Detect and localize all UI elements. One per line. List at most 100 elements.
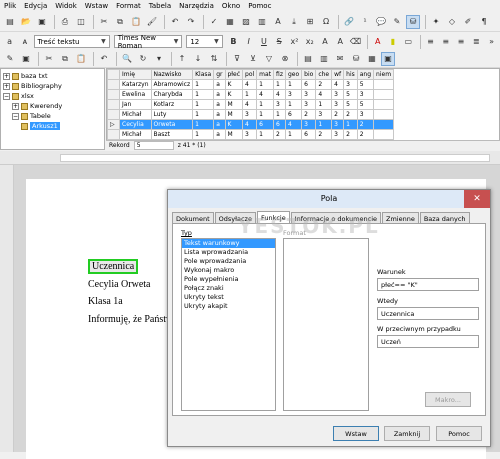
table-row[interactable]: Ewelina Charybda 1 a K 1 4 4 3 3 4 3 5 3 xyxy=(107,89,395,100)
sort-desc-icon[interactable]: ↓ xyxy=(191,52,205,66)
table-cell[interactable]: 3 xyxy=(331,99,345,110)
expander-icon[interactable]: + xyxy=(12,102,19,110)
table-cell[interactable]: M xyxy=(224,99,244,110)
table-cell[interactable]: 5 xyxy=(356,79,375,90)
row-header[interactable] xyxy=(107,89,120,100)
column-header[interactable]: gr xyxy=(213,69,226,80)
table-cell[interactable]: M xyxy=(224,109,244,120)
column-header[interactable]: Klasa xyxy=(192,69,215,80)
table-cell[interactable]: 2 xyxy=(343,129,358,140)
type-list-item[interactable]: Pole wprowadzania xyxy=(182,257,275,266)
print-icon[interactable]: ⎙ xyxy=(58,15,72,29)
column-header[interactable]: Nazwisko xyxy=(150,69,194,80)
open-icon[interactable]: 📂 xyxy=(19,15,33,29)
type-list-item[interactable]: Wykonaj makro xyxy=(182,266,275,275)
table-cell[interactable]: 2 xyxy=(356,119,375,130)
draw-icon[interactable]: ✐ xyxy=(461,15,475,29)
column-header[interactable]: ang xyxy=(356,69,375,80)
table-cell[interactable]: 2 xyxy=(315,79,333,90)
track-changes-icon[interactable]: ✎ xyxy=(390,15,404,29)
table-cell[interactable] xyxy=(373,119,395,130)
table-cell[interactable]: 1 xyxy=(273,79,286,90)
table-row[interactable]: ▷ Cecylia Orweta 1 a K 4 6 6 4 3 1 3 1 2 xyxy=(107,119,395,130)
expander-icon[interactable]: + xyxy=(3,82,10,90)
format-list[interactable] xyxy=(283,238,369,411)
expand-icon[interactable]: » xyxy=(485,35,498,49)
refresh-arrow-icon[interactable]: ▾ xyxy=(152,52,166,66)
data-to-text-icon[interactable]: ▤ xyxy=(301,52,315,66)
field-icon[interactable]: ⊞ xyxy=(303,15,317,29)
paste-icon[interactable]: 📋 xyxy=(129,15,143,29)
table-cell[interactable]: 4 xyxy=(273,89,286,100)
paste-record-icon[interactable]: 📋 xyxy=(74,52,88,66)
table-cell[interactable] xyxy=(373,109,395,120)
type-list-item[interactable]: Ukryty tekst xyxy=(182,293,275,302)
outline-icon[interactable]: A xyxy=(334,35,347,49)
type-list-item[interactable]: Pole wypełnienia xyxy=(182,275,275,284)
table-cell[interactable]: 4 xyxy=(315,89,333,100)
source-icon[interactable]: ⛁ xyxy=(349,52,363,66)
justify-icon[interactable]: ≣ xyxy=(470,35,483,49)
table-cell[interactable]: 3 xyxy=(331,119,345,130)
row-header[interactable] xyxy=(107,79,120,90)
record-number[interactable]: 5 xyxy=(133,141,174,150)
column-header[interactable]: geo xyxy=(284,69,303,80)
table-cell[interactable]: 1 xyxy=(315,99,333,110)
expander-icon[interactable]: + xyxy=(3,72,10,80)
tree-node[interactable]: − Tabele xyxy=(3,111,102,121)
else-input[interactable]: Uczeń xyxy=(377,335,479,348)
table-icon[interactable]: ▦ xyxy=(223,15,237,29)
preview-icon[interactable]: ◫ xyxy=(74,15,88,29)
paragraph-style-combo[interactable]: Treść tekstu ▼ xyxy=(33,35,110,48)
table-cell[interactable]: 6 xyxy=(301,129,317,140)
table-cell[interactable]: K xyxy=(224,89,244,100)
table-cell[interactable]: 2 xyxy=(356,129,375,140)
table-row[interactable]: Michał Luty 1 a M 3 1 1 6 2 3 2 2 3 xyxy=(107,109,395,120)
table-cell[interactable]: a xyxy=(213,79,226,90)
star-icon[interactable]: ✦ xyxy=(429,15,443,29)
table-cell[interactable]: Kotlarz xyxy=(150,99,194,110)
table-cell[interactable]: 3 xyxy=(242,129,258,140)
table-cell[interactable]: 3 xyxy=(284,89,303,100)
footnote-icon[interactable]: ¹ xyxy=(358,15,372,29)
tree-node[interactable]: + baza txt xyxy=(3,71,102,81)
table-cell[interactable]: M xyxy=(224,129,244,140)
hyperlink-icon[interactable]: 🔗 xyxy=(342,15,356,29)
table-cell[interactable]: 3 xyxy=(356,89,375,100)
column-header[interactable]: płeć xyxy=(224,69,244,80)
table-cell[interactable]: 1 xyxy=(192,119,215,130)
type-list-item[interactable]: Lista wprowadzania xyxy=(182,248,275,257)
table-cell[interactable]: 1 xyxy=(192,129,215,140)
explorer-icon[interactable]: ▦ xyxy=(365,52,379,66)
column-header[interactable]: Imię xyxy=(119,69,152,80)
table-cell[interactable]: Abramowicz xyxy=(150,79,194,90)
undo-icon[interactable]: ↶ xyxy=(168,15,182,29)
table-cell[interactable]: a xyxy=(213,99,226,110)
subscript-icon[interactable]: x₂ xyxy=(303,35,316,49)
table-row[interactable]: Katarzyn Abramowicz 1 a K 4 1 1 1 6 2 4 3 5 xyxy=(107,79,395,90)
cut-record-icon[interactable]: ✂ xyxy=(42,52,56,66)
table-cell[interactable]: 3 xyxy=(331,89,345,100)
table-cell[interactable]: 4 xyxy=(256,89,275,100)
menu-item-6[interactable]: Narzędzia xyxy=(179,2,214,10)
image-icon[interactable]: ▨ xyxy=(239,15,253,29)
clone-icon[interactable]: 🖌 xyxy=(145,15,159,29)
table-cell[interactable]: 2 xyxy=(315,129,333,140)
table-cell[interactable]: 4 xyxy=(331,79,345,90)
table-cell[interactable]: 1 xyxy=(343,119,358,130)
font-color-icon[interactable]: A xyxy=(371,35,384,49)
underline-icon[interactable]: U xyxy=(257,35,270,49)
copy-icon[interactable]: ⧉ xyxy=(113,15,127,29)
menu-item-3[interactable]: Wstaw xyxy=(85,2,108,10)
sort-icon[interactable]: ⇅ xyxy=(207,52,221,66)
font-size-combo[interactable]: 12 ▼ xyxy=(186,35,223,48)
style-icon[interactable]: a xyxy=(3,35,16,49)
font-name-combo[interactable]: Times New Roman ▼ xyxy=(113,34,183,50)
table-cell[interactable]: 4 xyxy=(242,119,258,130)
undo-record-icon[interactable]: ↶ xyxy=(97,52,111,66)
superscript-icon[interactable]: x² xyxy=(288,35,301,49)
table-cell[interactable]: 5 xyxy=(343,99,358,110)
table-cell[interactable]: 6 xyxy=(301,79,317,90)
type-list-item[interactable]: Połącz znaki xyxy=(182,284,275,293)
spellcheck-icon[interactable]: ✓ xyxy=(207,15,221,29)
